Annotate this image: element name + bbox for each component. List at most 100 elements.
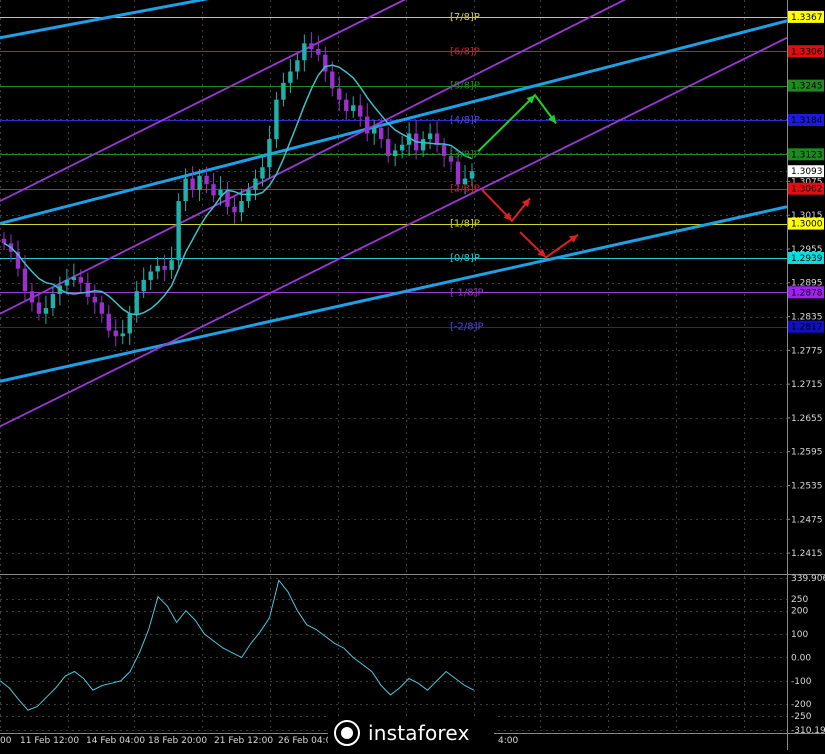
instaforex-logo-icon <box>334 720 360 746</box>
price-tick-label: 1.2535 <box>791 482 823 492</box>
watermark-text: instaforex <box>368 721 470 745</box>
candle <box>176 193 181 267</box>
candle-body <box>183 178 188 202</box>
price-tick-label: 1.2415 <box>791 549 823 559</box>
time-tick-label: 18 Feb 20:00 <box>148 736 207 746</box>
candle-body <box>78 277 84 283</box>
murrey-price-badge-text: 1.3123 <box>791 150 823 160</box>
candle-body <box>148 271 153 280</box>
murrey-price-badge: 1.3062 <box>788 182 824 195</box>
candle-body <box>344 99 349 111</box>
candle-body <box>295 60 300 72</box>
murrey-label: [-2/8]P <box>450 322 484 333</box>
candle-body <box>239 201 244 213</box>
murrey-label: [3/8]P <box>450 149 480 160</box>
candle-body <box>43 308 49 314</box>
murrey-price-badge-text: 1.2817 <box>791 323 823 333</box>
candle-body <box>190 178 195 190</box>
candle-body <box>358 105 363 117</box>
candle-body <box>29 291 35 303</box>
candle-body <box>127 313 132 334</box>
murrey-price-badge: 1.2878 <box>788 286 824 299</box>
price-tick-label: 1.2775 <box>791 346 823 356</box>
chart-svg: [7/8]P [6/8]P [5/8]P [4/8]P [3/8]P [2/8]P [1/8… <box>0 0 825 750</box>
price-tick-label: 1.2475 <box>791 515 823 525</box>
cci-tick-label: -200 <box>791 700 812 710</box>
cci-tick-label: 250 <box>791 595 808 605</box>
murrey-price-badge: 1.3367 <box>788 10 824 23</box>
candle-body <box>246 189 251 202</box>
time-tick-label: 14 Feb 04:00 <box>86 736 145 746</box>
candle-body <box>232 206 237 213</box>
murrey-label: [4/8]P <box>450 115 480 126</box>
cci-tick-label: -310.194 <box>791 726 825 736</box>
candle-body <box>441 144 447 157</box>
candle-body <box>106 313 111 331</box>
candle-body <box>267 139 272 168</box>
candle-body <box>92 296 98 303</box>
murrey-label: [0/8]P <box>450 253 480 264</box>
cci-tick-label: 100 <box>791 630 808 640</box>
murrey-label: [7/8]P <box>450 12 480 23</box>
cci-tick-label: -250 <box>791 712 812 722</box>
candle-body <box>85 282 91 297</box>
candle-body <box>372 127 377 134</box>
candle-body <box>134 291 139 314</box>
candle-body <box>378 127 384 140</box>
murrey-price-badge: 1.3123 <box>788 148 824 161</box>
candle-body <box>365 116 370 134</box>
candle-body <box>36 302 42 314</box>
murrey-price-badge: 1.3245 <box>788 79 824 92</box>
murrey-label: [-1/8]P <box>450 287 484 298</box>
candle-body <box>427 133 433 140</box>
price-tick-label: 1.2655 <box>791 414 823 424</box>
forex-chart: [7/8]P [6/8]P [5/8]P [4/8]P [3/8]P [2/8]P [1/8… <box>0 0 825 750</box>
candle-body <box>22 268 28 292</box>
candle-body <box>1 238 7 244</box>
candle-body <box>434 133 440 145</box>
cci-tick-label: 0.00 <box>791 653 811 663</box>
murrey-price-badge: 1.3306 <box>788 45 824 58</box>
murrey-price-badge-text: 1.2939 <box>791 254 823 264</box>
candle-body <box>455 161 461 185</box>
murrey-label: [5/8]P <box>450 81 480 92</box>
murrey-label: [1/8]P <box>450 219 480 230</box>
candle-body <box>120 333 125 337</box>
murrey-label: [2/8]P <box>450 184 480 195</box>
murrey-price-badge-text: 1.3306 <box>791 47 823 57</box>
price-tick-label: 1.2715 <box>791 380 823 390</box>
candle-body <box>330 71 335 89</box>
candle-body <box>337 88 342 100</box>
candle-body <box>50 294 56 309</box>
time-tick-label-partial: 00 <box>0 736 12 746</box>
murrey-label: [6/8]P <box>450 46 480 57</box>
time-tick-label: 11 Feb 12:00 <box>20 736 79 746</box>
murrey-price-badge-text: 1.2878 <box>791 288 823 298</box>
candle-body <box>351 105 356 111</box>
candle-body <box>162 265 167 270</box>
chart-background <box>0 0 825 750</box>
cci-tick-label: 200 <box>791 607 808 617</box>
murrey-price-badge: 1.2817 <box>788 320 824 333</box>
candle-body <box>204 175 209 185</box>
candle-body <box>260 167 265 179</box>
candle-body <box>316 49 321 55</box>
candle-body <box>99 302 104 314</box>
murrey-price-badge-text: 1.3000 <box>791 220 823 230</box>
candle-body <box>392 150 398 157</box>
murrey-price-badge: 1.2939 <box>788 251 824 264</box>
candle-body <box>399 144 405 151</box>
price-tick-label: 1.2595 <box>791 448 823 458</box>
candle-body <box>274 99 279 140</box>
candle-body <box>176 201 181 261</box>
candle-body <box>302 43 307 61</box>
candle-body <box>211 184 216 196</box>
cci-tick-label: 339.9066 <box>791 574 825 584</box>
murrey-price-badge-text: 1.3062 <box>791 185 823 195</box>
candle-body <box>288 71 293 83</box>
murrey-price-badge-text: 1.3184 <box>791 116 823 126</box>
cci-tick-label: -100 <box>791 677 812 687</box>
candle-body <box>469 171 475 179</box>
time-tick-label: 4:00 <box>498 736 518 746</box>
candle-body <box>281 82 286 100</box>
